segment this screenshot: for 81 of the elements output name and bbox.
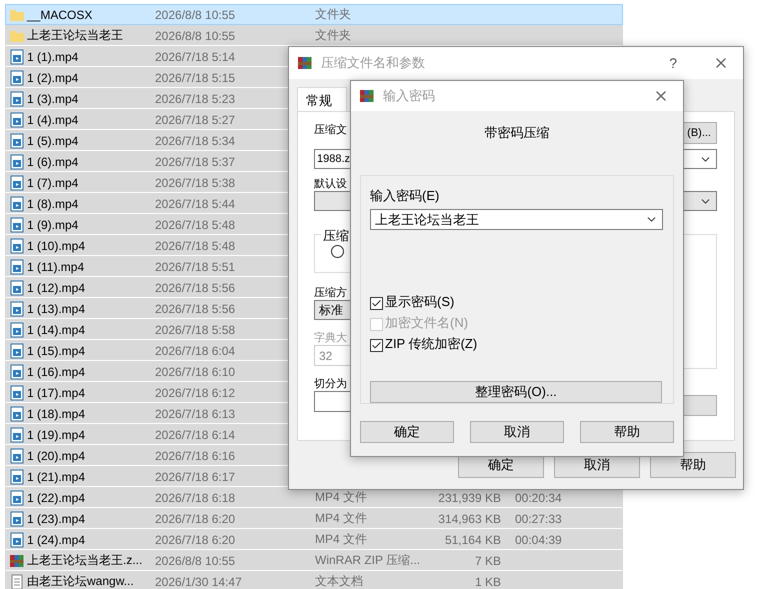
file-name: 1 (8).mp4: [27, 196, 80, 210]
file-type: 文件夹: [315, 27, 352, 44]
file-duration: 00:27:33: [515, 512, 563, 526]
file-name: 1 (21).mp4: [27, 470, 86, 484]
file-name: 1 (24).mp4: [27, 532, 86, 546]
file-name: 1 (22).mp4: [27, 490, 86, 504]
file-name: 1 (9).mp4: [27, 218, 80, 232]
window-title: 压缩文件名和参数: [321, 54, 426, 72]
file-name: 1 (12).mp4: [27, 280, 86, 294]
file-size: 7 KB: [474, 554, 501, 568]
file-duration: 00:20:34: [515, 490, 563, 504]
file-date: 2026/7/18 5:27: [155, 112, 236, 126]
field-label: 字典大: [314, 330, 347, 345]
file-date: 2026/7/18 5:48: [155, 238, 236, 252]
file-name: 1 (10).mp4: [27, 238, 86, 252]
file-name: 1 (5).mp4: [27, 134, 80, 148]
file-name: 1 (14).mp4: [27, 322, 86, 336]
file-type: MP4 文件: [315, 510, 368, 527]
file-name: 1 (7).mp4: [27, 176, 80, 190]
file-name: 1 (16).mp4: [27, 364, 86, 378]
checkbox-label: ZIP 传统加密(Z): [385, 335, 478, 353]
file-name: 1 (20).mp4: [27, 448, 86, 462]
file-date: 2026/1/30 14:47: [155, 574, 243, 588]
file-date: 2026/7/18 5:56: [155, 280, 236, 294]
file-name: 1 (17).mp4: [27, 386, 86, 400]
file-name: 1 (2).mp4: [27, 70, 80, 84]
file-date: 2026/7/18 6:17: [155, 470, 236, 484]
file-date: 2026/7/18 6:16: [155, 448, 236, 462]
file-date: 2026/7/18 6:14: [155, 428, 236, 442]
file-date: 2026/7/18 6:20: [155, 512, 236, 526]
file-date: 2026/7/18 5:14: [155, 50, 236, 64]
file-name: 1 (18).mp4: [27, 406, 86, 420]
file-size: 231,939 KB: [437, 490, 501, 504]
file-name: 由老王论坛wangw...: [27, 573, 135, 589]
file-date: 2026/7/18 5:34: [155, 134, 236, 148]
file-name: 1 (13).mp4: [27, 302, 86, 316]
file-date: 2026/7/18 5:48: [155, 218, 236, 232]
file-name: 1 (4).mp4: [27, 112, 80, 126]
field-label: 默认设: [314, 177, 347, 191]
file-date: 2026/7/18 6:13: [155, 406, 236, 420]
file-date: 2026/7/18 6:18: [155, 490, 236, 504]
file-name: 上老王论坛当老王: [27, 27, 124, 44]
file-date: 2026/7/18 5:44: [155, 196, 236, 210]
file-name: 1 (1).mp4: [27, 50, 80, 64]
file-date: 2026/7/18 6:12: [155, 386, 236, 400]
field-label: 切分为: [314, 377, 347, 391]
file-name: 1 (11).mp4: [27, 260, 86, 274]
file-name: __MACOSX: [27, 8, 94, 22]
file-date: 2026/7/18 5:51: [155, 260, 236, 274]
file-date: 2026/7/18 6:10: [155, 364, 236, 378]
field-label: 压缩方: [314, 286, 347, 300]
file-date: 2026/8/8 10:55: [155, 554, 236, 568]
file-date: 2026/7/18 5:38: [155, 176, 236, 190]
file-date: 2026/8/8 10:55: [155, 28, 236, 42]
file-date: 2026/7/18 6:20: [155, 532, 236, 546]
field-label: 压缩文: [314, 122, 347, 137]
field-label: 输入密码(E): [370, 187, 440, 205]
file-size: 51,164 KB: [444, 532, 501, 546]
file-name: 上老王论坛当老王.z...: [27, 552, 144, 569]
window-title: 输入密码: [383, 87, 436, 105]
file-duration: 00:04:39: [515, 532, 563, 546]
file-date: 2026/7/18 5:15: [155, 70, 236, 84]
file-name: 1 (6).mp4: [27, 154, 80, 168]
file-date: 2026/7/18 5:23: [155, 92, 236, 106]
file-type: MP4 文件: [315, 489, 368, 506]
file-date: 2026/7/18 6:04: [155, 344, 236, 358]
file-size: 314,963 KB: [437, 512, 501, 526]
file-name: 1 (23).mp4: [27, 512, 86, 526]
file-type: 文件夹: [315, 6, 352, 23]
file-type: MP4 文件: [315, 531, 368, 548]
file-date: 2026/7/18 5:58: [155, 322, 236, 336]
file-type: WinRAR ZIP 压缩...: [315, 552, 422, 569]
file-type: 文本文档: [315, 573, 364, 589]
file-name: 1 (15).mp4: [27, 344, 86, 358]
file-name: 1 (19).mp4: [27, 428, 86, 442]
file-size: 1 KB: [474, 574, 501, 588]
file-name: 1 (3).mp4: [27, 92, 80, 106]
file-date: 2026/8/8 10:55: [155, 8, 236, 22]
file-date: 2026/7/18 5:37: [155, 154, 236, 168]
file-date: 2026/7/18 5:56: [155, 302, 236, 316]
dialog-heading: 带密码压缩: [484, 124, 550, 142]
